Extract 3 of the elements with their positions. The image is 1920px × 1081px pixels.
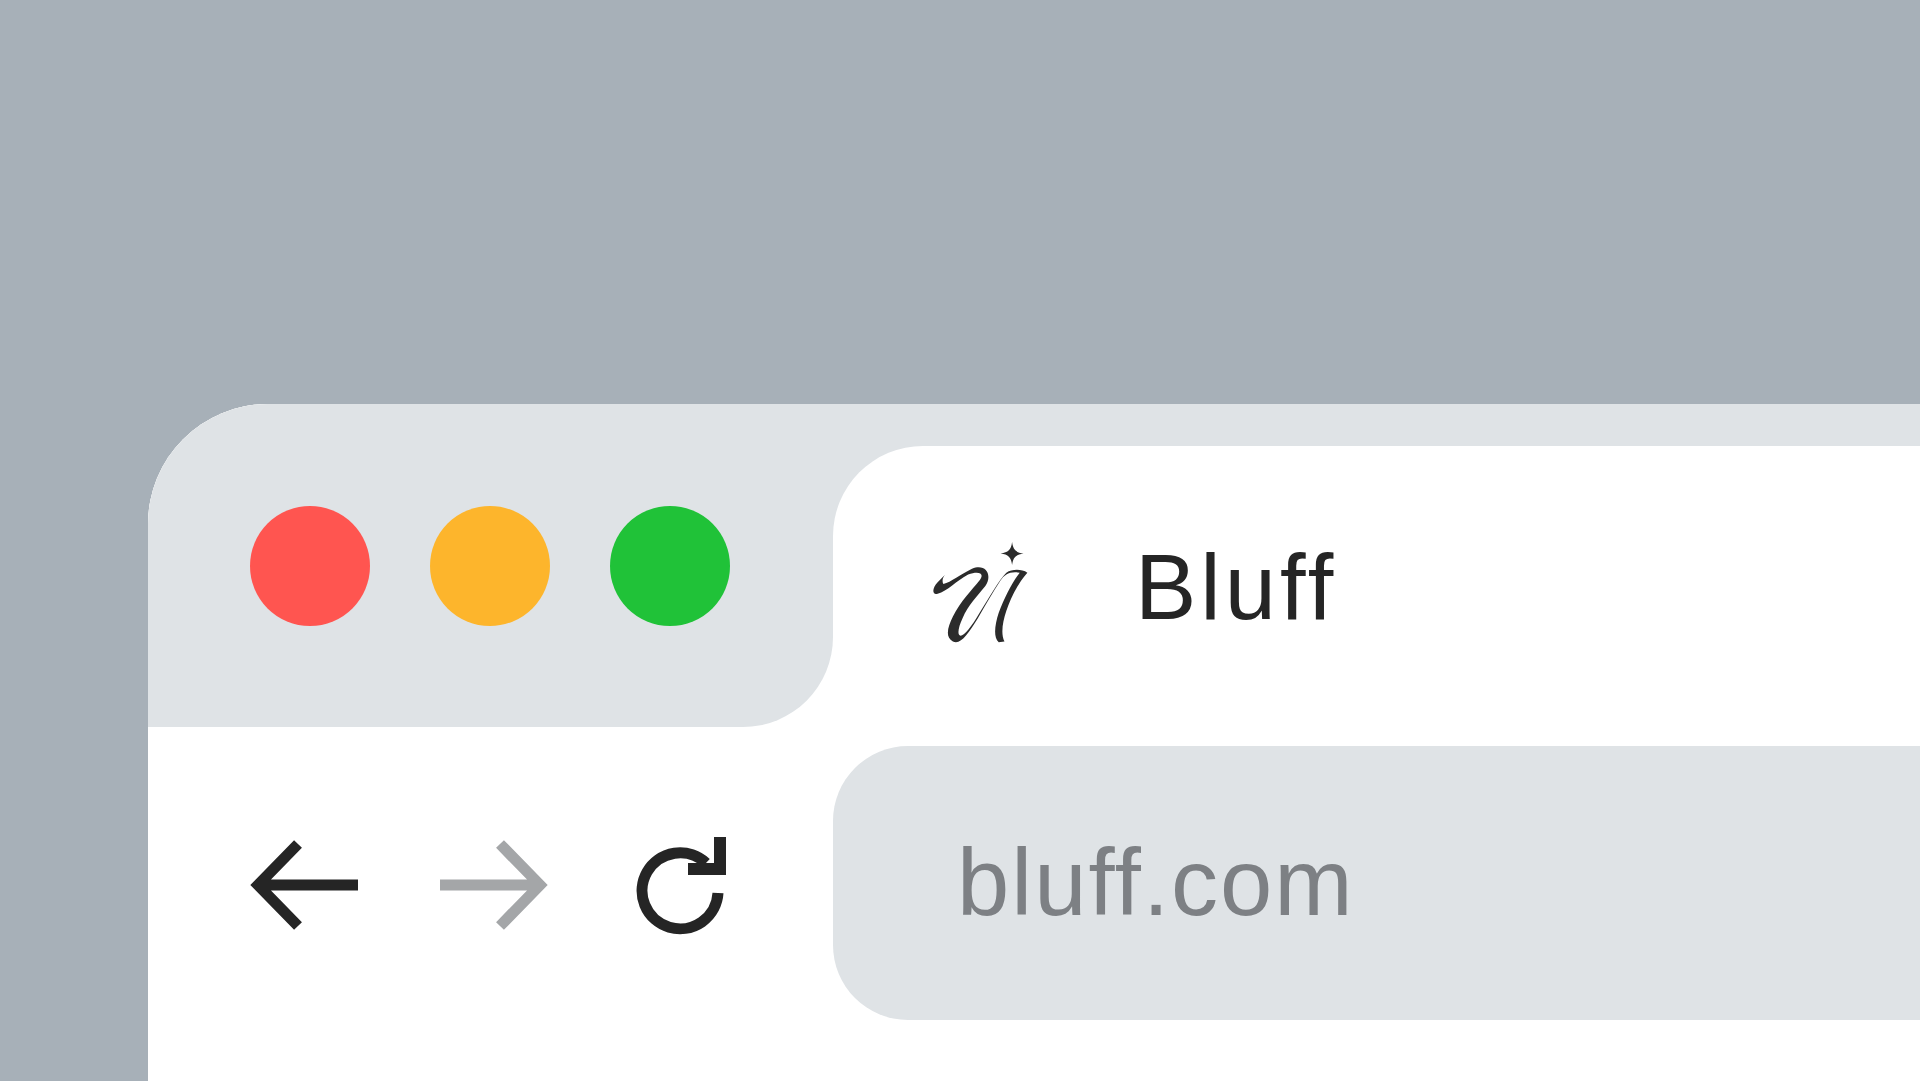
tab-title: Bluff: [1135, 540, 1338, 633]
back-arrow-icon[interactable]: [250, 840, 360, 930]
browser-tab[interactable]: Bluff: [833, 446, 1920, 727]
